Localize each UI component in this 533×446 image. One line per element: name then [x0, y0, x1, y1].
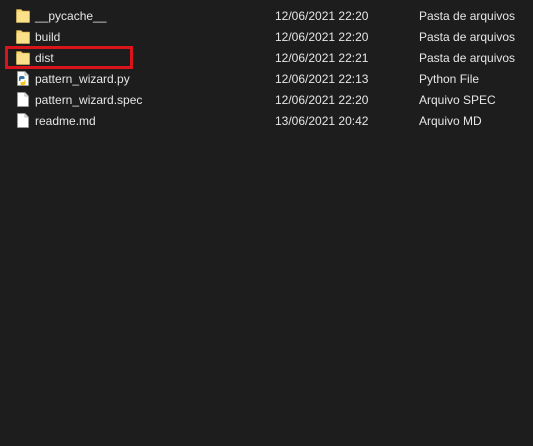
file-type: Python File — [419, 72, 480, 86]
file-name: readme.md — [35, 114, 96, 128]
folder-icon — [16, 29, 30, 44]
file-type: Pasta de arquivos — [419, 30, 516, 44]
folder-icon — [16, 8, 30, 23]
file-name: pattern_wizard.py — [35, 72, 130, 86]
file-list: __pycache__ 12/06/2021 22:20 Pasta de ar… — [0, 5, 533, 131]
file-name: __pycache__ — [35, 9, 107, 23]
file-date: 12/06/2021 22:13 — [275, 72, 369, 86]
file-date: 12/06/2021 22:20 — [275, 30, 369, 44]
file-name: dist — [35, 51, 54, 65]
folder-icon — [16, 50, 30, 65]
file-icon — [16, 92, 30, 107]
python-file-icon — [16, 71, 30, 86]
file-date: 13/06/2021 20:42 — [275, 114, 369, 128]
file-date: 12/06/2021 22:21 — [275, 51, 369, 65]
file-date: 12/06/2021 22:20 — [275, 93, 369, 107]
file-row-pycache[interactable]: __pycache__ 12/06/2021 22:20 Pasta de ar… — [0, 5, 533, 26]
file-row-readme-md[interactable]: readme.md 13/06/2021 20:42 Arquivo MD — [0, 110, 533, 131]
file-row-build[interactable]: build 12/06/2021 22:20 Pasta de arquivos — [0, 26, 533, 47]
file-date: 12/06/2021 22:20 — [275, 9, 369, 23]
file-row-pattern-wizard-spec[interactable]: pattern_wizard.spec 12/06/2021 22:20 Arq… — [0, 89, 533, 110]
file-type: Pasta de arquivos — [419, 51, 516, 65]
file-type: Pasta de arquivos — [419, 9, 516, 23]
file-icon — [16, 113, 30, 128]
file-name: build — [35, 30, 61, 44]
file-type: Arquivo SPEC — [419, 93, 496, 107]
file-row-dist[interactable]: dist 12/06/2021 22:21 Pasta de arquivos — [0, 47, 533, 68]
file-row-pattern-wizard-py[interactable]: pattern_wizard.py 12/06/2021 22:13 Pytho… — [0, 68, 533, 89]
file-name: pattern_wizard.spec — [35, 93, 143, 107]
file-type: Arquivo MD — [419, 114, 482, 128]
